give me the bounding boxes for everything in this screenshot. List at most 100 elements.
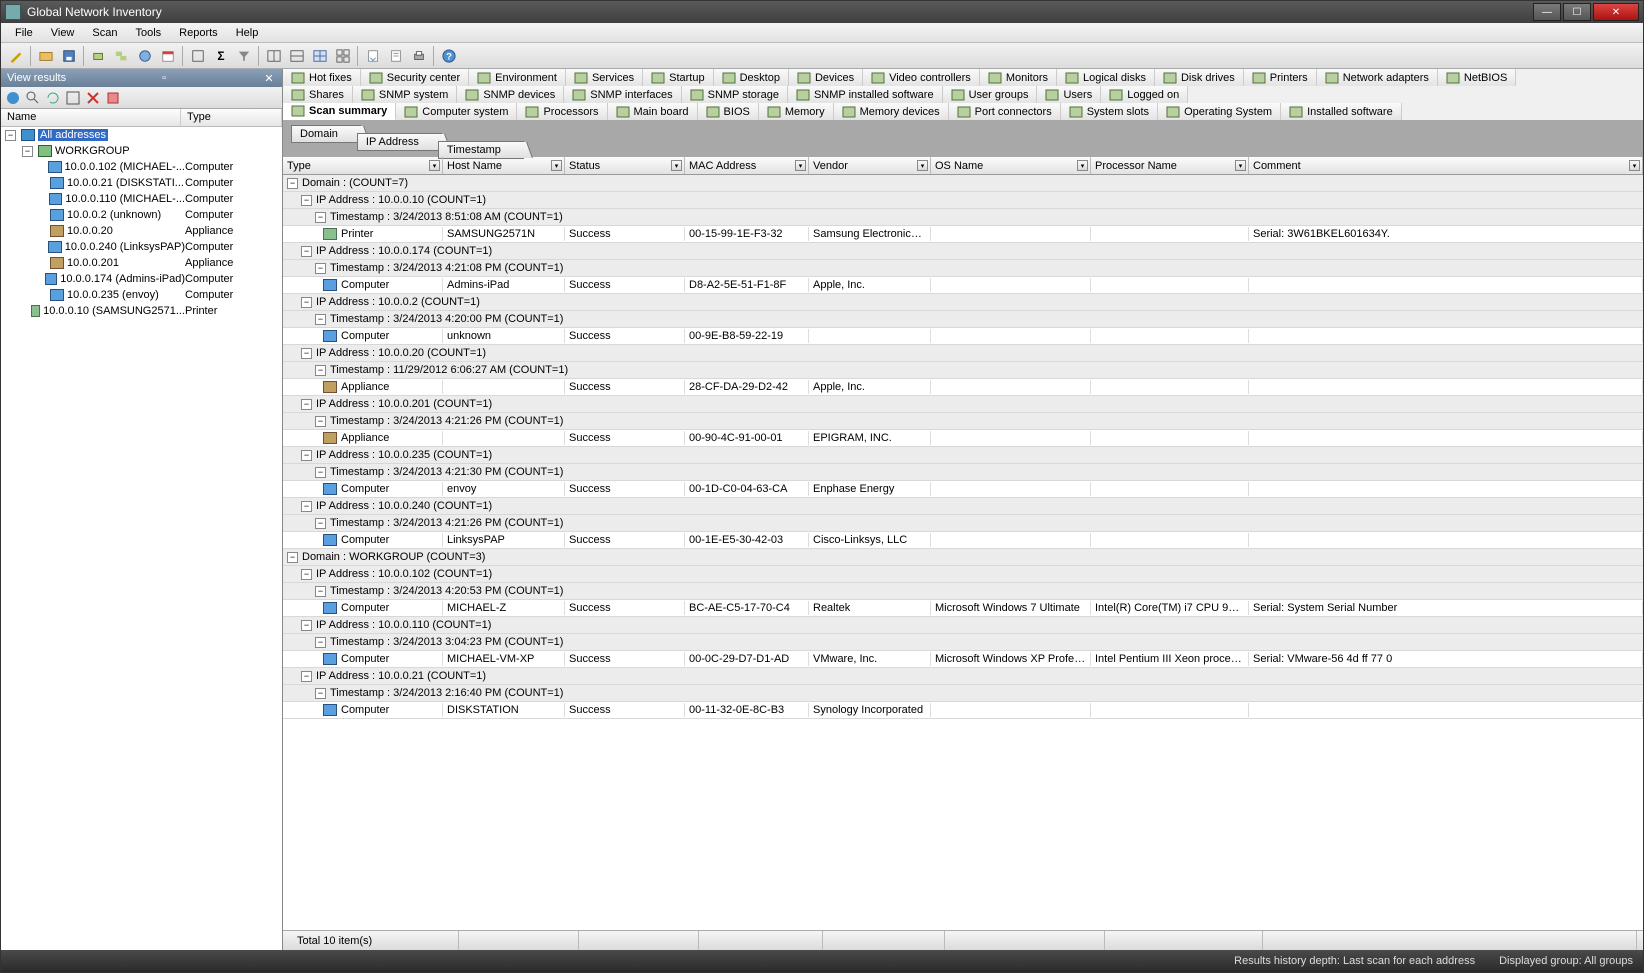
collapse-icon[interactable]: − bbox=[315, 365, 326, 376]
filter-dropdown-icon[interactable]: ▾ bbox=[671, 160, 682, 171]
tree-node[interactable]: 10.0.0.110 (MICHAEL-...Computer bbox=[1, 191, 282, 207]
col-os[interactable]: OS Name▾ bbox=[931, 157, 1091, 174]
group-row[interactable]: −IP Address : 10.0.0.201 (COUNT=1) bbox=[283, 396, 1643, 413]
group-row[interactable]: −Timestamp : 3/24/2013 4:21:26 PM (COUNT… bbox=[283, 413, 1643, 430]
tree-node[interactable]: 10.0.0.235 (envoy)Computer bbox=[1, 287, 282, 303]
collapse-icon[interactable]: − bbox=[301, 246, 312, 257]
tab-operating-system[interactable]: Operating System bbox=[1158, 103, 1281, 120]
tree-col-type[interactable]: Type bbox=[181, 109, 282, 126]
group-row[interactable]: −IP Address : 10.0.0.110 (COUNT=1) bbox=[283, 617, 1643, 634]
tree-node[interactable]: 10.0.0.10 (SAMSUNG2571...Printer bbox=[1, 303, 282, 319]
tab-scan-summary[interactable]: Scan summary bbox=[283, 103, 396, 120]
filter-dropdown-icon[interactable]: ▾ bbox=[551, 160, 562, 171]
col-proc[interactable]: Processor Name▾ bbox=[1091, 157, 1249, 174]
menu-scan[interactable]: Scan bbox=[84, 25, 125, 41]
pane-close-icon[interactable]: ✕ bbox=[262, 71, 276, 85]
collapse-icon[interactable]: − bbox=[301, 399, 312, 410]
col-mac[interactable]: MAC Address▾ bbox=[685, 157, 809, 174]
collapse-icon[interactable]: − bbox=[301, 501, 312, 512]
close-button[interactable]: ✕ bbox=[1593, 3, 1639, 21]
tool-sigma-icon[interactable]: Σ bbox=[210, 45, 232, 67]
tab-snmp-interfaces[interactable]: SNMP interfaces bbox=[564, 86, 681, 103]
group-row[interactable]: −Timestamp : 3/24/2013 4:21:08 PM (COUNT… bbox=[283, 260, 1643, 277]
tab-shares[interactable]: Shares bbox=[283, 86, 353, 103]
menu-view[interactable]: View bbox=[43, 25, 83, 41]
tab-security-center[interactable]: Security center bbox=[361, 69, 469, 86]
group-row[interactable]: −IP Address : 10.0.0.2 (COUNT=1) bbox=[283, 294, 1643, 311]
grid-body[interactable]: −Domain : (COUNT=7)−IP Address : 10.0.0.… bbox=[283, 175, 1643, 930]
tool-help-icon[interactable]: ? bbox=[438, 45, 460, 67]
tool-wand-icon[interactable] bbox=[5, 45, 27, 67]
tool-report-icon[interactable] bbox=[385, 45, 407, 67]
col-comment[interactable]: Comment▾ bbox=[1249, 157, 1643, 174]
tab-memory-devices[interactable]: Memory devices bbox=[834, 103, 949, 120]
data-row[interactable]: Appliance Success 00-90-4C-91-00-01 EPIG… bbox=[283, 430, 1643, 447]
collapse-icon[interactable]: − bbox=[301, 450, 312, 461]
collapse-icon[interactable]: − bbox=[5, 130, 16, 141]
col-hostname[interactable]: Host Name▾ bbox=[443, 157, 565, 174]
menu-reports[interactable]: Reports bbox=[171, 25, 226, 41]
tab-port-connectors[interactable]: Port connectors bbox=[949, 103, 1061, 120]
tree-node[interactable]: 10.0.0.240 (LinksysPAP)Computer bbox=[1, 239, 282, 255]
filter-dropdown-icon[interactable]: ▾ bbox=[795, 160, 806, 171]
menu-tools[interactable]: Tools bbox=[127, 25, 169, 41]
collapse-icon[interactable]: − bbox=[301, 195, 312, 206]
tree-node[interactable]: 10.0.0.201Appliance bbox=[1, 255, 282, 271]
tool-scan-single-icon[interactable] bbox=[88, 45, 110, 67]
find-icon[interactable] bbox=[25, 90, 41, 106]
col-vendor[interactable]: Vendor▾ bbox=[809, 157, 931, 174]
refresh-icon[interactable] bbox=[45, 90, 61, 106]
clear-icon[interactable] bbox=[105, 90, 121, 106]
tree-body[interactable]: −All addresses −WORKGROUP 10.0.0.102 (MI… bbox=[1, 127, 282, 950]
collapse-icon[interactable]: − bbox=[301, 671, 312, 682]
tab-logical-disks[interactable]: Logical disks bbox=[1057, 69, 1155, 86]
group-row[interactable]: −Timestamp : 3/24/2013 4:21:26 PM (COUNT… bbox=[283, 515, 1643, 532]
minimize-button[interactable]: — bbox=[1533, 3, 1561, 21]
tab-bios[interactable]: BIOS bbox=[698, 103, 759, 120]
data-row[interactable]: Computer MICHAEL-Z Success BC-AE-C5-17-7… bbox=[283, 600, 1643, 617]
tab-disk-drives[interactable]: Disk drives bbox=[1155, 69, 1244, 86]
group-row[interactable]: −Timestamp : 3/24/2013 4:20:53 PM (COUNT… bbox=[283, 583, 1643, 600]
tab-snmp-installed-software[interactable]: SNMP installed software bbox=[788, 86, 943, 103]
group-row[interactable]: −IP Address : 10.0.0.102 (COUNT=1) bbox=[283, 566, 1643, 583]
tool-view3-icon[interactable] bbox=[309, 45, 331, 67]
col-status[interactable]: Status▾ bbox=[565, 157, 685, 174]
tab-startup[interactable]: Startup bbox=[643, 69, 713, 86]
titlebar[interactable]: Global Network Inventory — ☐ ✕ bbox=[1, 1, 1643, 23]
tab-user-groups[interactable]: User groups bbox=[943, 86, 1038, 103]
tab-netbios[interactable]: NetBIOS bbox=[1438, 69, 1516, 86]
tree-root[interactable]: −All addresses bbox=[1, 127, 282, 143]
tool-schedule-icon[interactable] bbox=[157, 45, 179, 67]
data-row[interactable]: Computer LinksysPAP Success 00-1E-E5-30-… bbox=[283, 532, 1643, 549]
menu-help[interactable]: Help bbox=[228, 25, 267, 41]
tab-services[interactable]: Services bbox=[566, 69, 643, 86]
filter-dropdown-icon[interactable]: ▾ bbox=[1077, 160, 1088, 171]
filter-dropdown-icon[interactable]: ▾ bbox=[1235, 160, 1246, 171]
tool-folder-icon[interactable] bbox=[35, 45, 57, 67]
tab-network-adapters[interactable]: Network adapters bbox=[1317, 69, 1438, 86]
tab-memory[interactable]: Memory bbox=[759, 103, 834, 120]
tree-node[interactable]: 10.0.0.2 (unknown)Computer bbox=[1, 207, 282, 223]
group-row[interactable]: −Timestamp : 3/24/2013 3:04:23 PM (COUNT… bbox=[283, 634, 1643, 651]
col-type[interactable]: Type▲▾ bbox=[283, 157, 443, 174]
tool-save-icon[interactable] bbox=[58, 45, 80, 67]
tool-view4-icon[interactable] bbox=[332, 45, 354, 67]
collapse-icon[interactable]: − bbox=[315, 688, 326, 699]
tool-layout1-icon[interactable] bbox=[187, 45, 209, 67]
group-row[interactable]: −Timestamp : 3/24/2013 4:21:30 PM (COUNT… bbox=[283, 464, 1643, 481]
collapse-icon[interactable]: − bbox=[287, 178, 298, 189]
group-row[interactable]: −IP Address : 10.0.0.174 (COUNT=1) bbox=[283, 243, 1643, 260]
tool-scan-range-icon[interactable] bbox=[111, 45, 133, 67]
collapse-icon[interactable]: − bbox=[315, 416, 326, 427]
group-row[interactable]: −IP Address : 10.0.0.20 (COUNT=1) bbox=[283, 345, 1643, 362]
collapse-icon[interactable]: − bbox=[315, 263, 326, 274]
filter-dropdown-icon[interactable]: ▾ bbox=[1629, 160, 1640, 171]
data-row[interactable]: Printer SAMSUNG2571N Success 00-15-99-1E… bbox=[283, 226, 1643, 243]
group-row[interactable]: −IP Address : 10.0.0.240 (COUNT=1) bbox=[283, 498, 1643, 515]
tool-filter-icon[interactable] bbox=[233, 45, 255, 67]
group-chip-domain[interactable]: Domain bbox=[291, 125, 361, 143]
tab-devices[interactable]: Devices bbox=[789, 69, 863, 86]
data-row[interactable]: Appliance Success 28-CF-DA-29-D2-42 Appl… bbox=[283, 379, 1643, 396]
data-row[interactable]: Computer unknown Success 00-9E-B8-59-22-… bbox=[283, 328, 1643, 345]
group-row[interactable]: −Timestamp : 11/29/2012 6:06:27 AM (COUN… bbox=[283, 362, 1643, 379]
